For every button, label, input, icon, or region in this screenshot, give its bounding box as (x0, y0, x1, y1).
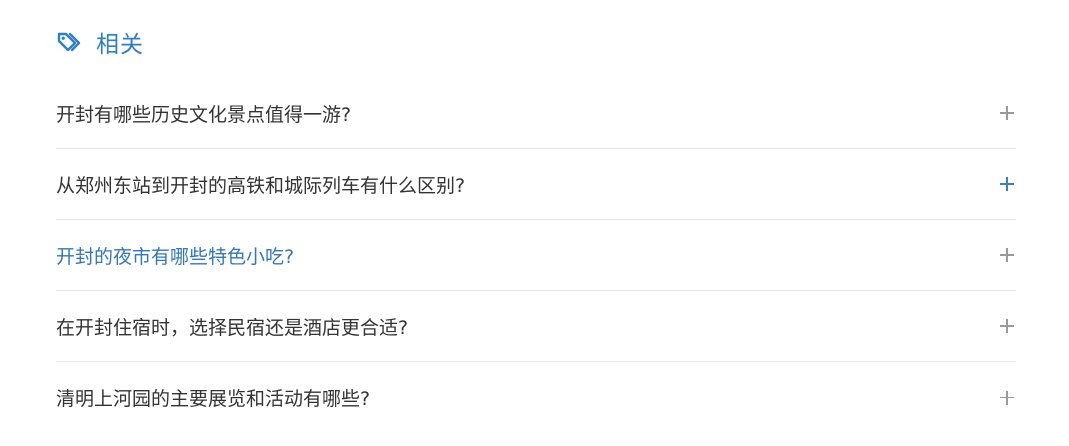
section-title: 相关 (96, 32, 144, 58)
question-list: 开封有哪些历史文化景点值得一游? 从郑州东站到开封的高铁和城际列车有什么区别? … (56, 78, 1016, 433)
related-questions-panel: 相关 开封有哪些历史文化景点值得一游? 从郑州东站到开封的高铁和城际列车有什么区… (0, 0, 1069, 446)
question-text[interactable]: 从郑州东站到开封的高铁和城际列车有什么区别? (56, 171, 465, 198)
question-text[interactable]: 清明上河园的主要展览和活动有哪些? (56, 384, 370, 411)
tags-icon (56, 29, 86, 55)
question-text[interactable]: 开封的夜市有哪些特色小吃? (56, 242, 294, 269)
plus-icon[interactable] (1000, 106, 1014, 120)
question-text[interactable]: 在开封住宿时，选择民宿还是酒店更合适? (56, 313, 408, 340)
section-header: 相关 (56, 26, 144, 58)
plus-icon[interactable] (1000, 390, 1014, 405)
list-item[interactable]: 从郑州东站到开封的高铁和城际列车有什么区别? (56, 149, 1016, 220)
plus-icon[interactable] (1000, 248, 1014, 262)
list-item[interactable]: 在开封住宿时，选择民宿还是酒店更合适? (56, 291, 1016, 362)
list-item[interactable]: 清明上河园的主要展览和活动有哪些? (56, 362, 1016, 433)
plus-icon[interactable] (1000, 177, 1014, 191)
plus-icon[interactable] (1000, 319, 1014, 333)
question-text[interactable]: 开封有哪些历史文化景点值得一游? (56, 100, 351, 127)
list-item[interactable]: 开封的夜市有哪些特色小吃? (56, 220, 1016, 291)
list-item[interactable]: 开封有哪些历史文化景点值得一游? (56, 78, 1016, 149)
